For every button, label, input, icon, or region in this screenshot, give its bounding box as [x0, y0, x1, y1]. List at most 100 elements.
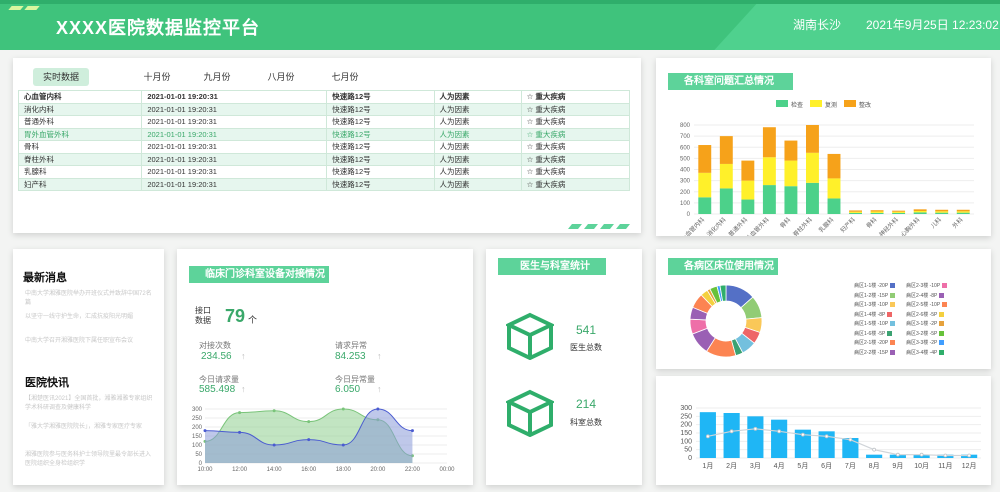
arrow-up-icon: ↑	[377, 384, 382, 394]
request-area-chart: 05010015020025030010:00 12:00 14:00 16:00 18…	[192, 407, 455, 473]
area-point	[307, 420, 311, 424]
table-cell: 人为因素	[433, 177, 522, 191]
realtime-table: 心血管内科 2021-01-01 19:20:31 快速路12号 人为因素 ☆ …	[17, 90, 631, 191]
header-strip	[0, 0, 1000, 4]
table-row[interactable]: 消化内科 2021-01-01 19:20:31 快速路12号 人为因素 ☆ 重大疾病	[17, 102, 631, 116]
summary-chart-title: 各科室问题汇总情况	[668, 73, 793, 90]
table-header-row: 心血管内科 2021-01-01 19:20:31 快速路12号 人为因素 ☆ …	[17, 90, 631, 104]
bed-legend-item: 病区2-2楼 -15P	[854, 349, 896, 356]
x-tick-label: 14:00	[267, 467, 283, 473]
y-tick-label: 800	[680, 123, 691, 129]
bed-legend-swatch	[890, 321, 896, 327]
location-text: 湖南长沙	[793, 18, 842, 32]
stat-label: 对接次数	[199, 341, 231, 350]
stat-value: 585.498	[199, 384, 236, 395]
stacked-bar-segment	[719, 163, 733, 189]
news-item-link[interactable]: 湘雅医院参与医务科护士领导院里最令部长进入医院组织全身检组织学	[25, 451, 155, 469]
trend-point	[705, 434, 710, 439]
area-point	[341, 443, 345, 447]
table-cell: 胃外血管外科	[17, 127, 143, 141]
doctor-stats-panel: 医生与科室统计 541 医生总数 214 科室总数	[486, 249, 642, 485]
clinic-device-panel: 临床门诊科室设备对接情况 接口数据 79 个 对接次数 234.56 ↑ 请求异…	[177, 249, 473, 485]
table-row[interactable]: 普通外科 2021-01-01 19:20:31 快速路12号 人为因素 ☆ 重大疾病	[17, 115, 631, 129]
trend-point	[777, 429, 782, 434]
legend-swatch	[776, 100, 788, 107]
stat-label: 请求异常	[335, 341, 367, 350]
table-row[interactable]: 骨科 2021-01-01 19:20:31 快速路12号 人为因素 ☆ 重大疾病	[17, 140, 631, 154]
table-cell: 2021-01-01 19:20:31	[141, 165, 328, 179]
bed-legend-item: 病区2-4楼 -8P	[906, 292, 945, 299]
stacked-bar-segment	[806, 152, 819, 183]
bed-legend-swatch	[939, 321, 945, 327]
y-tick-label: 250	[192, 416, 203, 422]
area-point	[203, 429, 207, 433]
table-row[interactable]: 妇产科 2021-01-01 19:20:31 快速路12号 人为因素 ☆ 重大疾病	[17, 177, 631, 191]
table-cell: 2021-01-01 19:20:31	[141, 152, 328, 166]
y-tick-label: 300	[680, 405, 692, 412]
arrow-up-icon: ↑	[241, 351, 246, 361]
table-cell: 人为因素	[433, 102, 522, 116]
table-cell: 消化内科	[17, 102, 143, 116]
y-tick-label: 200	[192, 425, 203, 431]
table-cell: 乳腺科	[17, 165, 143, 179]
bed-legend-item: 病区1-6楼 -5P	[854, 330, 893, 337]
y-tick-label: 300	[192, 407, 203, 413]
tab-july[interactable]: 七月份	[317, 68, 373, 86]
x-tick-label: 7月	[845, 462, 856, 470]
stacked-bar-segment	[784, 140, 798, 161]
doctor-count: 541	[576, 323, 597, 337]
y-tick-label: 50	[195, 452, 202, 458]
stacked-bar-segment	[870, 211, 884, 213]
x-tick-label: 2月	[726, 462, 737, 470]
bed-legend-swatch	[887, 330, 893, 336]
x-tick-label: 10:00	[197, 467, 213, 473]
tab-september[interactable]: 九月份	[189, 68, 245, 86]
table-cell: 妇产科	[17, 177, 143, 191]
table-row[interactable]: 乳腺科 2021-01-01 19:20:31 快速路12号 人为因素 ☆ 重大疾病	[17, 165, 631, 179]
table-cell: ☆ 重大疾病	[520, 127, 631, 141]
table-cell: 快速路12号	[326, 177, 435, 191]
stacked-bar-segment	[762, 157, 776, 186]
stacked-bar-segment	[913, 212, 927, 214]
table-row[interactable]: 胃外血管外科 2021-01-01 19:20:31 快速路12号 人为因素 ☆ 重大疾…	[17, 127, 631, 141]
tab-october[interactable]: 十月份	[129, 68, 185, 86]
trend-point	[895, 452, 900, 457]
news-item-link[interactable]: 中南大学召开湘雅医院下属任职宣布会议	[25, 337, 155, 346]
table-cell: 快速路12号	[326, 102, 435, 116]
x-tick-label: 外科	[950, 216, 964, 230]
stacked-bar-segment	[698, 145, 712, 173]
bed-legend-swatch	[890, 349, 896, 355]
x-tick-label: 消化内科	[705, 216, 728, 236]
news-item-link[interactable]: 以坚守一线守护生命，汇成抗疫阳光明媚	[25, 313, 155, 322]
room-count-label: 科室总数	[570, 418, 602, 427]
news-item-link[interactable]: 「雅大学湘雅医院院长」，湘雅专家医疗专家	[25, 423, 155, 432]
y-tick-label: 600	[680, 145, 691, 151]
tab-realtime[interactable]: 实时数据	[33, 68, 89, 86]
bed-legend-swatch	[939, 349, 945, 355]
panel-corner-decoration	[568, 224, 630, 229]
stacked-bar-segment	[806, 125, 819, 153]
bed-legend-label: 病区1-2楼 -15P	[854, 292, 889, 299]
x-tick-label: 妇产科	[839, 216, 857, 234]
interface-data-unit: 个	[248, 315, 258, 325]
table-cell: 2021-01-01 19:20:31	[141, 127, 328, 141]
tab-august[interactable]: 八月份	[253, 68, 309, 86]
bed-legend-item: 病区1-3楼 -10P	[854, 301, 896, 308]
legend-label: 检查	[791, 101, 803, 109]
x-tick-label: 骨科	[778, 216, 792, 230]
news-item-link[interactable]: 【湘楚医讯2021】全国首批，湘雅湘雅专家组织学术科研调查及健康科学	[25, 395, 155, 413]
news-item-link[interactable]: 中南大学湘雅医院举办开班仪式并致辞中国72名篇	[25, 290, 155, 308]
bed-legend-label: 病区3-1楼 -2P	[906, 321, 938, 327]
bed-legend-label: 病区3-2楼 -5P	[906, 330, 938, 337]
area-point	[272, 443, 276, 447]
table-cell: 快速路12号	[326, 115, 435, 129]
table-row[interactable]: 脊柱外科 2021-01-01 19:20:31 快速路12号 人为因素 ☆ 重大疾病	[17, 152, 631, 166]
stacked-bar-segment	[849, 210, 862, 212]
stacked-bar-segment	[762, 185, 776, 214]
interface-data-label: 接口数据	[195, 306, 211, 325]
latest-news-title: 最新消息	[23, 272, 67, 284]
stacked-bar-segment	[784, 186, 798, 214]
bed-legend-item: 病区1-4楼 -8P	[854, 311, 893, 318]
summary-stacked-bar-chart: 检查 复测 整改 0 100 200 300 400 500 600 700 800 心血管内科 消化内科…	[679, 100, 974, 236]
x-tick-label: 儿科	[929, 216, 943, 230]
